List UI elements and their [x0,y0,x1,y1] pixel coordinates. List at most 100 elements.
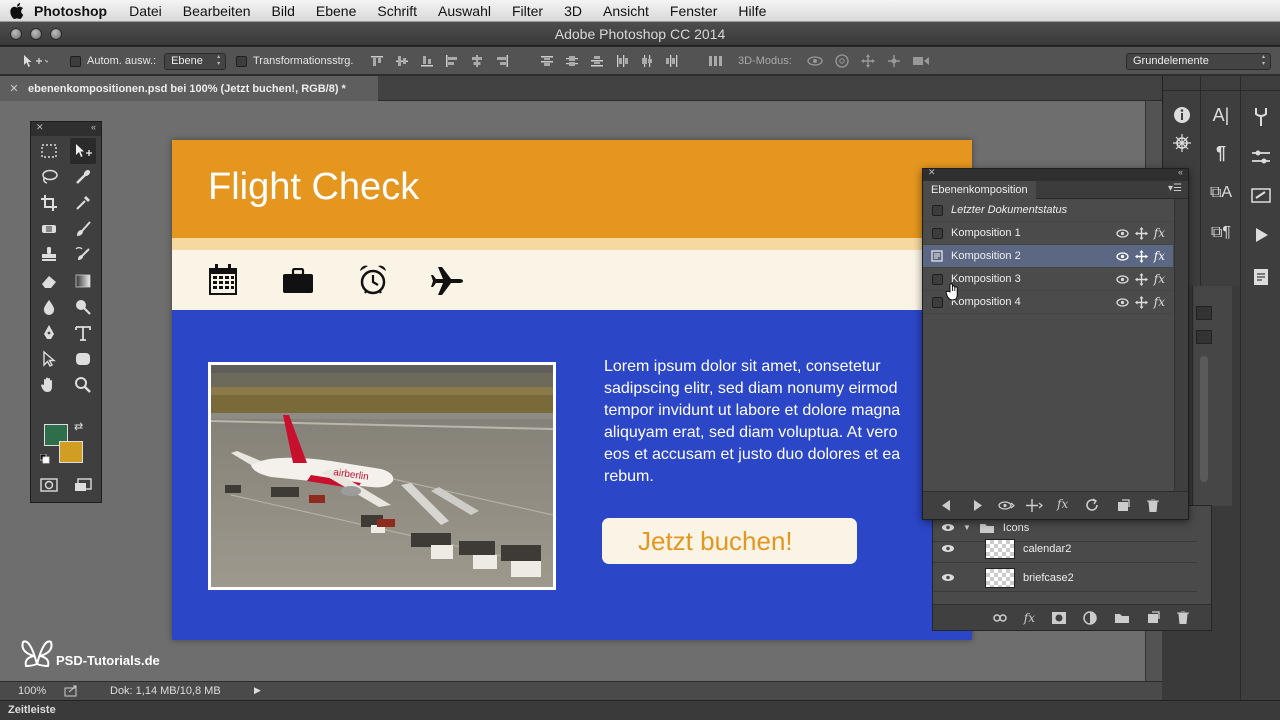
align-hcenter-icon[interactable] [470,55,484,67]
character-styles-panel-button[interactable]: ⧉A [1201,176,1241,210]
pan-3d-icon[interactable] [860,54,876,68]
eraser-tool[interactable] [36,268,62,294]
appearance-fx-icon[interactable]: fx [1154,272,1165,286]
align-left-icon[interactable] [445,55,459,67]
blur-tool[interactable] [36,294,62,320]
position-move-icon[interactable] [1134,226,1148,240]
auto-align-layers-button[interactable] [708,47,724,75]
brush-presets-panel-button[interactable] [1241,178,1280,212]
comp-row-last-state[interactable]: Letzter Dokumentstatus [923,199,1173,222]
delete-comp-trash-icon[interactable] [1147,499,1159,512]
visibility-eye-icon[interactable] [1116,251,1129,261]
type-tool[interactable] [70,320,96,346]
layer-row-calendar2[interactable]: calendar2 [933,535,1197,563]
timeline-bar[interactable]: Zeitleiste [0,700,1280,720]
hand-tool[interactable] [36,372,62,398]
layer-style-fx-icon[interactable]: fx [1024,611,1035,625]
menu-datei[interactable]: Datei [129,3,162,19]
screen-mode-button[interactable] [70,472,96,498]
auto-select-dropdown[interactable]: Ebene [164,52,227,70]
layer-visibility-eye-icon[interactable] [933,573,963,582]
comp-apply-box[interactable] [931,273,943,285]
menu-ansicht[interactable]: Ansicht [603,3,649,19]
position-move-icon[interactable] [1134,272,1148,286]
quick-selection-tool[interactable] [70,164,96,190]
position-move-icon[interactable] [1134,249,1148,263]
lasso-tool[interactable] [36,164,62,190]
zoom-level[interactable]: 100% [18,685,46,697]
visibility-eye-icon[interactable] [1116,297,1129,307]
visibility-eye-icon[interactable] [1116,228,1129,238]
zoom-tool[interactable] [70,372,96,398]
next-comp-icon[interactable] [973,500,983,511]
appearance-fx-icon[interactable]: fx [1154,226,1165,240]
collapsed-dropdown-2[interactable] [1196,330,1212,344]
paragraph-styles-panel-button[interactable]: ⧉¶ [1201,216,1241,250]
menu-3d[interactable]: 3D [564,3,582,19]
tool-presets-panel-button[interactable] [1241,100,1280,134]
layer-visibility-eye-icon[interactable] [933,544,963,553]
transform-controls-checkbox[interactable] [236,55,247,67]
crop-tool[interactable] [36,190,62,216]
clone-stamp-tool[interactable] [36,242,62,268]
brush-tool[interactable] [70,216,96,242]
document-tab[interactable]: ✕ ebenenkompositionen.psd bei 100% (Jetz… [0,76,378,101]
menu-hilfe[interactable]: Hilfe [738,3,766,19]
history-brush-tool[interactable] [70,242,96,268]
align-right-icon[interactable] [495,55,509,67]
scale-3d-icon[interactable] [912,54,930,68]
distribute-vcenter-icon[interactable] [565,55,579,67]
align-top-icon[interactable] [370,55,384,67]
distribute-right-icon[interactable] [665,55,679,67]
new-layer-icon[interactable] [1147,611,1160,624]
pen-tool[interactable] [36,320,62,346]
roll-3d-icon[interactable] [834,54,850,68]
apply-position-icon[interactable] [1025,498,1043,513]
dock-scroll-thumb[interactable] [1200,356,1208,482]
link-layers-icon[interactable] [993,613,1007,623]
apple-icon[interactable] [0,2,34,19]
share-icon[interactable] [64,685,78,697]
marquee-tool[interactable] [36,138,62,164]
timeline-play-panel-button[interactable] [1241,218,1280,252]
swap-colors-icon[interactable]: ⇄ [74,420,83,433]
close-panel-icon[interactable]: ✕ [36,122,44,133]
menu-auswahl[interactable]: Auswahl [438,3,491,19]
paragraph-panel-button[interactable]: ¶ [1201,136,1241,170]
tab-ebenenkomposition[interactable]: Ebenenkomposition [923,181,1036,199]
align-bottom-icon[interactable] [420,55,434,67]
adjustment-layer-icon[interactable] [1083,610,1097,625]
quick-mask-button[interactable] [36,472,62,498]
close-document-icon[interactable]: ✕ [0,82,28,95]
eyedropper-tool[interactable] [70,190,96,216]
comp-row-1[interactable]: Komposition 1 fx [923,222,1173,245]
visibility-eye-icon[interactable] [1116,274,1129,284]
menu-app-name[interactable]: Photoshop [34,3,107,19]
tools-panel-header[interactable]: ✕ « [31,122,101,136]
menu-fenster[interactable]: Fenster [670,3,717,19]
menu-schrift[interactable]: Schrift [377,3,417,19]
jetzt-buchen-button[interactable]: Jetzt buchen! [602,518,857,564]
background-color-swatch[interactable] [59,441,83,463]
apply-appearance-fx-icon[interactable]: fx [1057,497,1068,511]
tool-preset-picker[interactable] [22,47,48,75]
menu-bild[interactable]: Bild [272,3,295,19]
appearance-fx-icon[interactable]: fx [1154,295,1165,309]
auto-select-checkbox[interactable] [70,55,81,67]
default-colors-icon[interactable] [40,454,50,464]
comp-row-2[interactable]: Komposition 2 fx [923,245,1173,268]
collapse-panel-icon[interactable]: « [91,122,96,132]
orbit-3d-icon[interactable] [806,54,824,68]
status-menu-arrow-icon[interactable]: ▶ [254,685,261,696]
notes-panel-button[interactable] [1241,260,1280,294]
align-vcenter-icon[interactable] [395,55,409,67]
new-group-folder-icon[interactable] [1114,612,1130,624]
close-comps-panel-icon[interactable]: ✕ [928,167,936,178]
appearance-fx-icon[interactable]: fx [1154,249,1165,263]
document-canvas[interactable]: Flight Check airberlin Lorem ipsum dolor… [172,140,972,640]
layer-visibility-eye-icon[interactable] [933,523,963,532]
delete-layer-trash-icon[interactable] [1177,611,1189,624]
adjustments-panel-button[interactable] [1241,140,1280,174]
slide-3d-icon[interactable] [886,54,902,68]
menu-ebene[interactable]: Ebene [316,3,356,19]
